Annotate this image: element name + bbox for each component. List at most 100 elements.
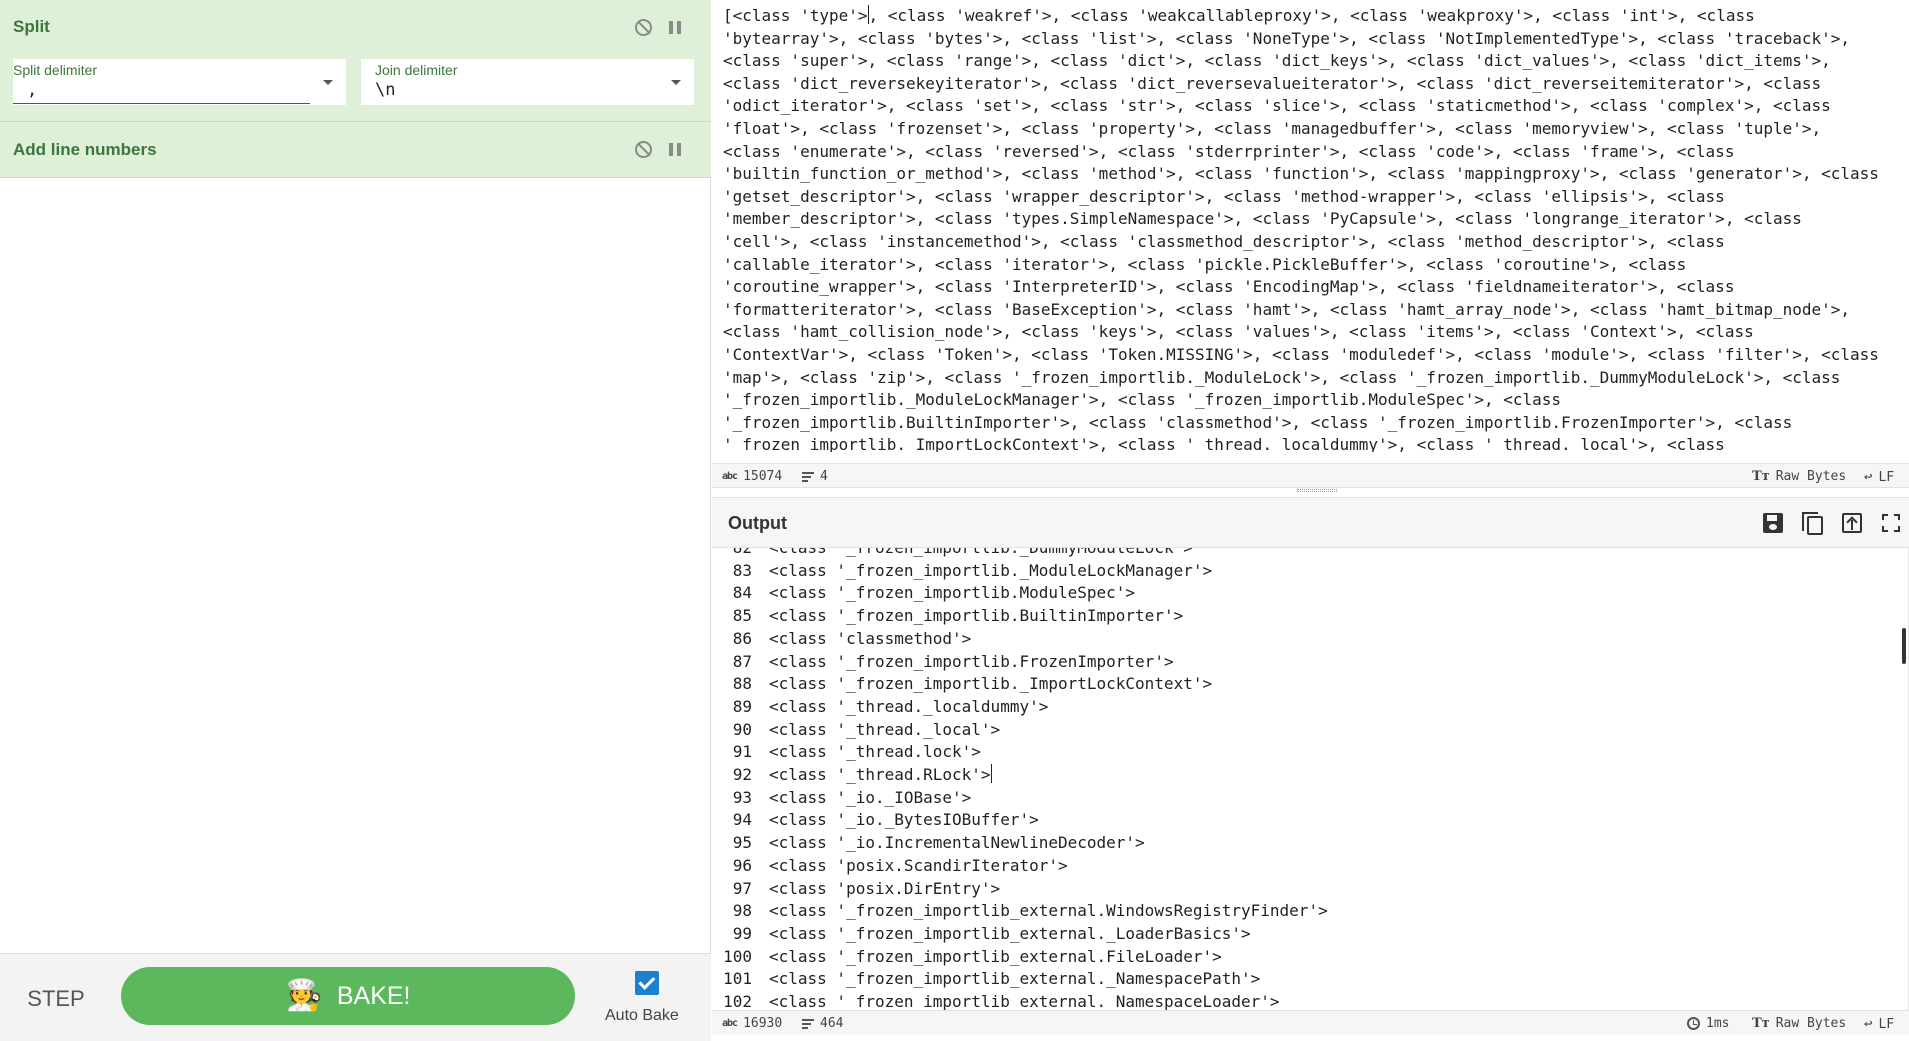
lines-icon [802, 1019, 814, 1029]
input-first-line-end: , <class 'weakref'>, <class 'weakcallabl… [868, 6, 1755, 25]
copy-icon [1801, 511, 1823, 535]
output-line: 92 <class '_thread.RLock'> [712, 764, 1892, 787]
input-encoding[interactable]: Tт Raw Bytes [1752, 469, 1846, 484]
clock-icon [1687, 1017, 1700, 1030]
output-line: 90 <class '_thread._local'> [712, 719, 1892, 742]
line-text: <class '_frozen_importlib_external._Name… [769, 969, 1261, 989]
split-delimiter-input[interactable]: , [27, 80, 37, 100]
output-line: 93 <class '_io._IOBase'> [712, 787, 1892, 810]
line-text: <class '_frozen_importlib._ImportLockCon… [769, 674, 1213, 694]
output-line: 87 <class '_frozen_importlib.FrozenImport… [712, 651, 1892, 674]
input-eol[interactable]: ↩ LF [1864, 469, 1894, 485]
disable-icon [634, 18, 652, 36]
line-number: 102 [723, 992, 752, 1010]
disable-operation-button[interactable] [631, 15, 655, 39]
line-number: 89 [732, 696, 752, 716]
split-delimiter-dropdown[interactable] [310, 59, 346, 105]
output-line: 100 <class '_frozen_importlib_external.Fi… [712, 946, 1892, 969]
output-line-count-value: 464 [820, 1016, 844, 1031]
line-number: 82 [712, 548, 752, 560]
line-number: 100 [723, 946, 752, 966]
pause-icon [669, 20, 681, 34]
input-line: 'cell'>, <class 'instancemethod'>, <clas… [723, 231, 1725, 251]
breakpoint-button[interactable] [663, 15, 687, 39]
join-delimiter-field[interactable]: Join delimiter \n [361, 59, 694, 105]
output-textarea[interactable]: 82 <class '_frozen_importlib._DummyModul… [712, 548, 1909, 1010]
pane-resize-handle[interactable] [1297, 489, 1337, 492]
bake-button-label: BAKE! [336, 981, 411, 1010]
maximise-output-button[interactable] [1878, 510, 1904, 536]
line-text: <class '_frozen_importlib._ModuleLockMan… [769, 560, 1213, 580]
save-output-button[interactable] [1760, 510, 1786, 536]
replace-input-button[interactable] [1839, 510, 1865, 536]
line-number: 93 [732, 787, 752, 807]
line-text: <class '_io._BytesIOBuffer'> [769, 810, 1039, 830]
line-text: <class 'posix.DirEntry'> [769, 878, 1001, 898]
line-text: <class '_thread._local'> [769, 719, 1001, 739]
input-first-line-start: [<class 'type'> [723, 6, 868, 25]
input-line: 'coroutine_wrapper'>, <class 'Interprete… [723, 277, 1735, 297]
bake-controls: STEP 🧑‍🍳 BAKE! Auto Bake [0, 953, 711, 1041]
output-line: 94 <class '_io._BytesIOBuffer'> [712, 809, 1892, 832]
line-text: <class '_frozen_importlib_external._Load… [769, 923, 1251, 943]
join-delimiter-dropdown[interactable] [658, 59, 694, 105]
scrollbar-thumb[interactable] [1902, 628, 1906, 664]
input-line: <class 'hamt_collision_node'>, <class 'k… [723, 322, 1754, 342]
output-line-count: 464 [802, 1016, 843, 1031]
input-encoding-label: Raw Bytes [1775, 469, 1847, 484]
line-number: 101 [723, 969, 752, 989]
line-text: <class '_thread.lock'> [769, 742, 981, 762]
join-delimiter-label: Join delimiter [375, 62, 458, 78]
output-line: 85 <class '_frozen_importlib.BuiltinImpor… [712, 605, 1892, 628]
input-line: 'builtin_function_or_method'>, <class 'm… [723, 164, 1879, 184]
output-line: 86 <class 'classmethod'> [712, 628, 1892, 651]
line-text: <class 'posix.ScandirIterator'> [769, 855, 1068, 875]
line-text: <class '_io.IncrementalNewlineDecoder'> [769, 833, 1145, 853]
join-delimiter-input[interactable]: \n [375, 80, 395, 100]
return-icon: ↩ [1864, 469, 1873, 485]
breakpoint-button[interactable] [663, 137, 687, 161]
input-textarea[interactable]: [<class 'type'>, <class 'weakref'>, <cla… [723, 5, 1903, 452]
copy-output-button[interactable] [1799, 510, 1825, 536]
split-delimiter-label: Split delimiter [13, 62, 98, 78]
operation-title: Add line numbers [13, 140, 157, 159]
text-cursor [990, 764, 992, 784]
input-char-count: 15074 [743, 469, 783, 484]
line-text: <class '_thread.RLock'> [769, 765, 991, 785]
disable-operation-button[interactable] [631, 137, 655, 161]
input-eol-label: LF [1878, 469, 1895, 485]
output-line: 96 <class 'posix.ScandirIterator'> [712, 855, 1892, 878]
line-number: 98 [732, 901, 752, 921]
auto-bake-checkbox[interactable] [635, 971, 659, 995]
input-line: 'getset_descriptor'>, <class 'wrapper_de… [723, 186, 1725, 206]
disable-icon [634, 140, 652, 158]
output-eol[interactable]: ↩ LF [1864, 1016, 1894, 1032]
output-length: abc 16930 [722, 1016, 782, 1031]
auto-bake-label: Auto Bake [605, 1007, 679, 1024]
operation-split: Split Split delimiter , Join delimiter \… [0, 0, 711, 122]
line-text: <class '_frozen_importlib_external.Windo… [769, 901, 1328, 921]
chevron-down-icon [323, 79, 333, 85]
line-number: 87 [732, 651, 752, 671]
line-text: <class '_frozen_importlib.FrozenImporter… [769, 651, 1174, 671]
line-text: <class '_thread._localdummy'> [769, 696, 1049, 716]
output-title: Output [728, 513, 787, 533]
line-number: 96 [732, 855, 752, 875]
bake-time-value: 1ms [1706, 1016, 1730, 1031]
output-encoding[interactable]: Tт Raw Bytes [1752, 1016, 1846, 1031]
operation-add-line-numbers: Add line numbers [0, 122, 711, 178]
save-icon [1763, 513, 1783, 533]
split-delimiter-field[interactable]: Split delimiter , [13, 59, 346, 105]
lines-icon [802, 472, 814, 482]
line-number: 92 [732, 765, 752, 785]
pause-icon [669, 142, 681, 156]
input-pane: [<class 'type'>, <class 'weakref'>, <cla… [712, 0, 1909, 488]
input-line: '_frozen_importlib._ImportLockContext'>,… [723, 435, 1725, 452]
bake-button[interactable]: 🧑‍🍳 BAKE! [121, 967, 575, 1025]
recipe-pane: Split Split delimiter , Join delimiter \… [0, 0, 711, 1041]
operation-title: Split [13, 17, 50, 36]
line-text: <class '_frozen_importlib.BuiltinImporte… [769, 606, 1184, 626]
step-button[interactable]: STEP [14, 982, 98, 1016]
input-line: 'odict_iterator'>, <class 'set'>, <class… [723, 96, 1831, 116]
input-status-bar: abc 15074 4 Tт Raw Bytes ↩ LF [712, 463, 1909, 488]
